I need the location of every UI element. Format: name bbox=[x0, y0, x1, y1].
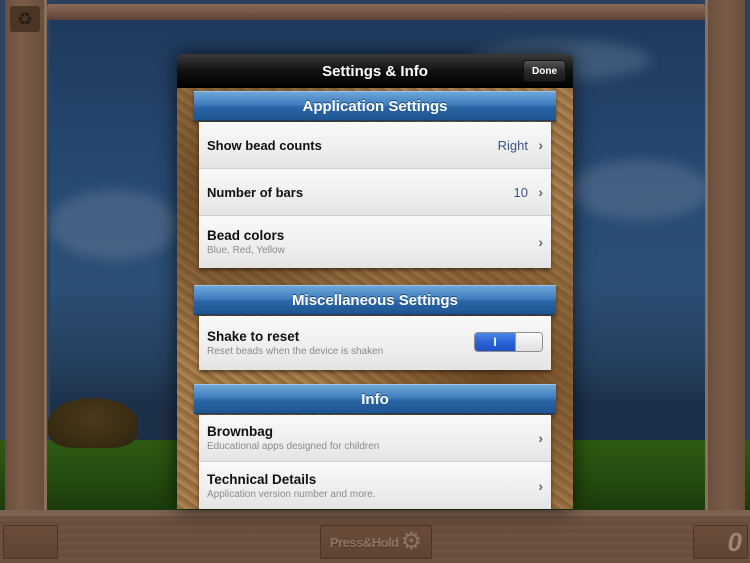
section-title: Info bbox=[361, 390, 389, 408]
row-technical-details[interactable]: Technical Details Application version nu… bbox=[199, 462, 551, 509]
section-header-info: Info bbox=[194, 384, 556, 414]
gear-icon: ⚙ bbox=[400, 528, 423, 555]
shake-to-reset-toggle[interactable]: I bbox=[474, 332, 543, 352]
row-title: Technical Details bbox=[207, 471, 317, 487]
press-hold-label: Press&Hold bbox=[329, 534, 399, 550]
recycle-icon: ♻ bbox=[16, 8, 34, 29]
info-group: Brownbag Educational apps designed for c… bbox=[199, 415, 551, 509]
row-title: Bead colors bbox=[207, 228, 285, 243]
counter-display[interactable]: 0 bbox=[693, 525, 748, 559]
counter-value: 0 bbox=[727, 526, 742, 557]
row-title: Number of bars bbox=[207, 184, 304, 200]
settings-modal: Settings & Info Done Application Setting… bbox=[177, 54, 573, 509]
chevron-right-icon: › bbox=[538, 477, 543, 494]
row-subtitle: Reset beads when the device is shaken bbox=[207, 346, 384, 357]
row-value: 10 bbox=[513, 184, 528, 200]
left-plank-button[interactable] bbox=[3, 525, 58, 559]
chevron-right-icon: › bbox=[538, 184, 543, 200]
toggle-on-label: I bbox=[475, 333, 515, 351]
chevron-right-icon: › bbox=[538, 137, 543, 153]
cloud bbox=[50, 190, 180, 260]
row-title: Show bead counts bbox=[207, 137, 322, 153]
done-button[interactable]: Done bbox=[523, 60, 566, 82]
row-value: Right bbox=[497, 137, 528, 153]
toggle-knob bbox=[515, 333, 542, 351]
row-subtitle: Application version number and more. bbox=[207, 488, 376, 500]
row-title: Brownbag bbox=[207, 424, 273, 439]
modal-title: Settings & Info bbox=[322, 62, 428, 80]
abacus-top-bar bbox=[47, 4, 705, 20]
abacus-left-post bbox=[5, 0, 47, 510]
row-bead-colors[interactable]: Bead colors Blue, Red, Yellow › bbox=[199, 216, 551, 268]
row-shake-to-reset: Shake to reset Reset beads when the devi… bbox=[199, 316, 551, 370]
press-hold-settings-button[interactable]: Press&Hold ⚙ bbox=[320, 525, 432, 559]
section-title: Application Settings bbox=[302, 97, 448, 115]
row-title: Shake to reset bbox=[207, 329, 300, 344]
abacus-right-post bbox=[705, 0, 745, 510]
reset-button[interactable]: ♻ bbox=[10, 6, 40, 32]
row-subtitle: Educational apps designed for children bbox=[207, 441, 380, 452]
section-header-miscellaneous-settings: Miscellaneous Settings bbox=[194, 285, 556, 315]
row-show-bead-counts[interactable]: Show bead counts Right › bbox=[199, 122, 551, 169]
row-subtitle: Blue, Red, Yellow bbox=[207, 245, 285, 256]
cloud bbox=[570, 160, 710, 220]
miscellaneous-settings-group: Shake to reset Reset beads when the devi… bbox=[199, 316, 551, 370]
row-brownbag[interactable]: Brownbag Educational apps designed for c… bbox=[199, 415, 551, 462]
tree bbox=[48, 398, 138, 448]
chevron-right-icon: › bbox=[538, 234, 543, 250]
nav-bar: Settings & Info Done bbox=[177, 54, 573, 88]
section-title: Miscellaneous Settings bbox=[292, 291, 458, 309]
row-number-of-bars[interactable]: Number of bars 10 › bbox=[199, 169, 551, 216]
section-header-application-settings: Application Settings bbox=[194, 91, 556, 121]
application-settings-group: Show bead counts Right › Number of bars … bbox=[199, 122, 551, 268]
chevron-right-icon: › bbox=[538, 430, 543, 446]
